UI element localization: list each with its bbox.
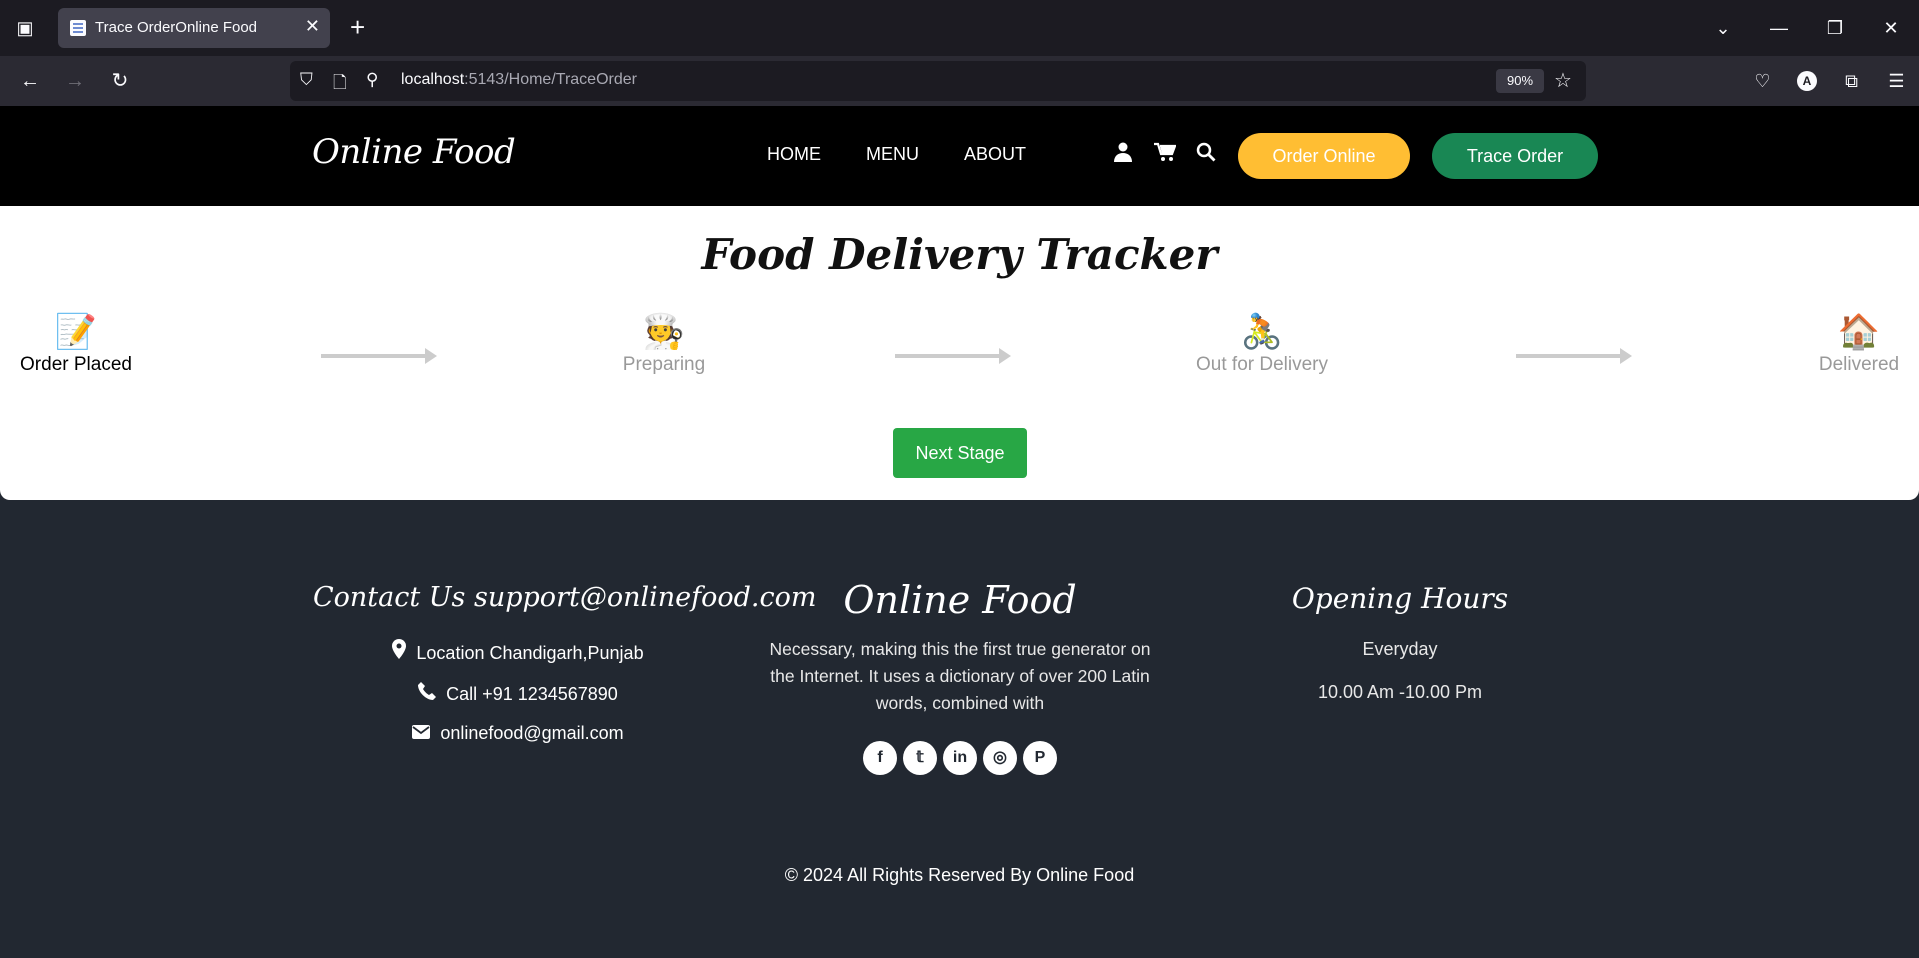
page-icon[interactable]: 🗋 [333,70,347,99]
stage-delivered: 🏠 Delivered [1819,314,1899,376]
page-title: Food Delivery Tracker [701,230,1218,279]
site-footer: Contact Us support@onlinefood.com Locati… [0,500,1919,958]
bookmark-star-icon[interactable]: ☆ [1554,68,1572,93]
linkedin-icon[interactable]: in [943,741,977,775]
about-text: Necessary, making this the first true ge… [769,639,1151,713]
nav-menu[interactable]: MENU [866,144,919,165]
stage-label: Delivered [1818,354,1900,375]
order-online-button[interactable]: Order Online [1238,133,1410,179]
page-favicon-icon [70,20,86,36]
stage-label: Order Placed [20,354,132,375]
contact-location[interactable]: Location Chandigarh,Punjab [313,639,723,664]
account-icon[interactable]: A [1797,71,1817,91]
zoom-level[interactable]: 90% [1496,69,1544,93]
stage-arrow [1516,348,1632,364]
close-window-icon[interactable]: ✕ [1863,18,1919,39]
new-tab-icon[interactable]: + [350,12,365,42]
user-icon[interactable] [1114,142,1132,168]
hours-time: 10.00 Am -10.00 Pm [1317,682,1483,702]
tab-list-icon[interactable]: ▣ [10,14,40,42]
nav-home[interactable]: HOME [767,144,821,165]
chef-icon: 🧑‍🍳 [642,313,686,351]
brand-logo[interactable]: Online Food [312,132,516,172]
delivery-tracker: Food Delivery Tracker 📝 Order Placed 🧑‍🍳… [0,206,1919,500]
contact-email[interactable]: onlinefood@gmail.com [313,723,723,744]
copyright: © 2024 All Rights Reserved By Online Foo… [784,865,1135,885]
stage-arrow [895,348,1011,364]
contact-phone[interactable]: Call +91 1234567890 [313,682,723,705]
twitter-icon[interactable]: 𝕥 [903,741,937,775]
stage-preparing: 🧑‍🍳 Preparing [623,314,705,376]
url-bar[interactable]: ⛉ 🗋 ⚲ localhost:5143/Home/TraceOrder 90%… [290,61,1586,101]
location-pin-icon [392,639,407,664]
footer-contact: Contact Us support@onlinefood.com Locati… [313,582,817,744]
extensions-icon[interactable]: ⧉ [1829,71,1874,92]
phone-icon [418,682,437,705]
forward-icon[interactable]: → [60,66,90,96]
trace-order-button[interactable]: Trace Order [1432,133,1598,179]
footer-about: Online Food Necessary, making this the f… [755,578,1165,775]
site-info-icon[interactable]: ⚲ [366,70,378,90]
restore-icon[interactable]: ❐ [1807,18,1863,39]
close-tab-icon[interactable]: ✕ [305,16,320,37]
tab-title: Trace OrderOnline Food [95,19,258,36]
browser-tab-bar: ▣ Trace OrderOnline Food ✕ + ⌄ — ❐ ✕ [0,0,1919,56]
next-stage-button[interactable]: Next Stage [893,428,1027,478]
stage-label: Out for Delivery [1196,354,1328,375]
stage-out-for-delivery: 🚴 Out for Delivery [1196,314,1328,376]
instagram-icon[interactable]: ◎ [983,741,1017,775]
cart-icon[interactable] [1154,142,1177,168]
search-icon[interactable] [1196,142,1216,168]
stage-arrow [321,348,437,364]
stage-order-placed: 📝 Order Placed [20,314,132,376]
pocket-icon[interactable]: ♡ [1740,71,1785,92]
stage-label: Preparing [622,354,706,375]
browser-tab[interactable]: Trace OrderOnline Food ✕ [58,8,330,48]
url-text[interactable]: localhost:5143/Home/TraceOrder [401,71,637,89]
contact-title: Contact Us support@onlinefood.com [313,582,817,613]
hours-day: Everyday [1362,639,1438,659]
footer-brand: Online Food [843,578,1077,622]
main-nav: HOME MENU ABOUT [767,144,1026,165]
shield-icon[interactable]: ⛉ [300,70,313,90]
nav-about[interactable]: ABOUT [964,144,1026,165]
memo-icon: 📝 [54,313,98,351]
social-links: f 𝕥 in ◎ P [755,741,1165,775]
facebook-icon[interactable]: f [863,741,897,775]
footer-hours: Opening Hours Everyday 10.00 Am -10.00 P… [1240,582,1560,703]
house-icon: 🏠 [1837,313,1881,351]
back-icon[interactable]: ← [15,66,45,96]
reload-icon[interactable]: ↻ [105,66,135,96]
menu-icon[interactable]: ☰ [1874,71,1919,92]
minimize-icon[interactable]: — [1751,18,1807,39]
hours-title: Opening Hours [1291,582,1509,615]
pinterest-icon[interactable]: P [1023,741,1057,775]
chevron-down-icon[interactable]: ⌄ [1695,18,1751,39]
browser-nav-bar: ← → ↻ ⛉ 🗋 ⚲ localhost:5143/Home/TraceOrd… [0,56,1919,106]
envelope-icon [412,725,431,744]
bicycle-icon: 🚴 [1240,313,1284,351]
site-header: Online Food HOME MENU ABOUT Order Online… [0,106,1919,206]
